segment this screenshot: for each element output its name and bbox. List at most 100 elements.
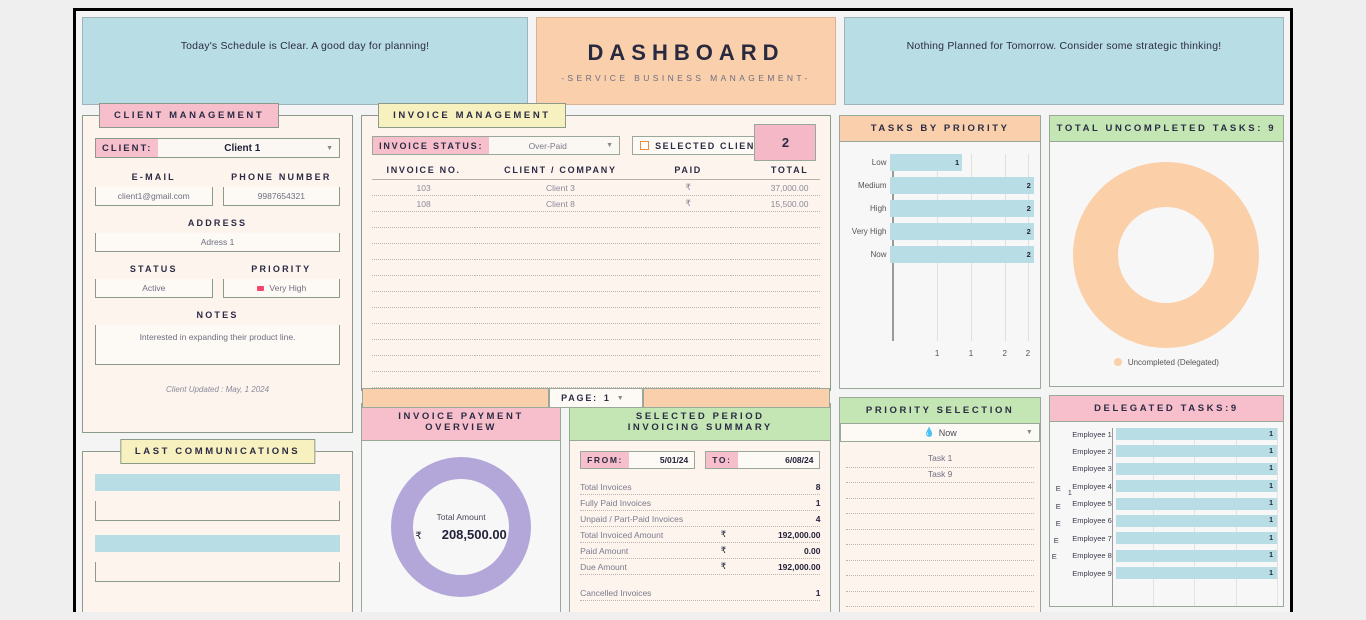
- table-row[interactable]: 103 Client 3 ₹37,000.00: [372, 179, 821, 196]
- bar-category-label: Employee 6: [1072, 516, 1112, 526]
- invoice-management-panel: INVOICE MANAGEMENT INVOICE STATUS: Over-…: [361, 103, 832, 408]
- task-list-item-empty[interactable]: [846, 499, 1034, 514]
- bar: 1: [1115, 428, 1277, 440]
- to-date-field[interactable]: TO: 6/08/24: [705, 451, 821, 469]
- page-select[interactable]: PAGE: 1 ▼: [549, 388, 644, 408]
- selected-client-checkbox[interactable]: SELECTED CLIENT: [632, 136, 771, 155]
- table-row-empty[interactable]: [372, 307, 821, 324]
- phone-field[interactable]: 9987654321: [222, 187, 341, 206]
- notes-label: NOTES: [196, 310, 239, 320]
- table-row-empty[interactable]: [372, 275, 821, 292]
- x-axis-labels: 1 1 2 2: [892, 349, 1030, 363]
- bar-category-label: Very High: [851, 227, 887, 236]
- legend-color-swatch: [1113, 358, 1122, 366]
- bar-row: Employee 21: [1056, 445, 1277, 458]
- bar-row: Medium 2: [846, 177, 1034, 194]
- task-list-item-empty[interactable]: [846, 561, 1034, 576]
- today-schedule-note: Today's Schedule is Clear. A good day fo…: [82, 17, 528, 105]
- bar-category-label: Employee 8: [1072, 551, 1112, 561]
- status-field[interactable]: Active: [95, 279, 213, 298]
- table-row-empty[interactable]: [372, 243, 821, 260]
- task-list-item-empty[interactable]: [846, 545, 1034, 561]
- cell-paid-currency: ₹: [645, 195, 731, 212]
- address-field[interactable]: Adress 1: [95, 233, 341, 252]
- from-date-field[interactable]: FROM: 5/01/24: [580, 451, 696, 469]
- table-row[interactable]: 108 Client 8 ₹15,500.00: [372, 195, 821, 212]
- bar-row: Very High 2: [846, 223, 1034, 240]
- client-select-value: Client 1: [224, 142, 261, 154]
- bar: 2: [890, 177, 1034, 194]
- client-management-panel: CLIENT MANAGEMENT CLIENT: Client 1 ▼ E-M…: [82, 103, 354, 433]
- task-list-item-empty[interactable]: [846, 530, 1034, 545]
- bar-category-label: Employee 3: [1072, 464, 1112, 474]
- priority-selection-title: PRIORITY SELECTION: [839, 397, 1041, 424]
- last-communications-tab: LAST COMMUNICATIONS: [119, 439, 316, 464]
- to-label: TO:: [706, 452, 738, 468]
- tomorrow-plan-note: Nothing Planned for Tomorrow. Consider s…: [844, 17, 1284, 105]
- bar-category-label: Employee 5: [1072, 499, 1112, 509]
- bar: 1: [1115, 567, 1277, 580]
- cell-client: Client 8: [475, 195, 646, 212]
- communication-field-1[interactable]: [95, 501, 341, 521]
- overlapping-label-artifact: E: [1051, 552, 1057, 561]
- task-list-item-empty[interactable]: [846, 576, 1034, 592]
- bar: 2: [890, 200, 1034, 217]
- invoice-status-select[interactable]: INVOICE STATUS: Over-Paid ▼: [372, 136, 621, 155]
- bar: 1: [890, 154, 963, 171]
- invoice-payment-overview-title: INVOICE PAYMENT OVERVIEW: [361, 403, 562, 441]
- legend-label: Uncompleted (Delegated): [1127, 357, 1219, 367]
- table-row-empty[interactable]: [372, 371, 821, 388]
- bar-category-label: Employee 7: [1072, 533, 1112, 543]
- priority-selection-value: Now: [938, 427, 957, 438]
- priority-label: PRIORITY: [251, 264, 312, 274]
- email-label: E-MAIL: [131, 172, 176, 182]
- task-list-item-empty[interactable]: [846, 592, 1034, 607]
- task-list-item[interactable]: Task 9: [846, 468, 1034, 483]
- priority-field-group: PRIORITY Very High: [222, 264, 341, 298]
- selected-period-panel: SELECTED PERIOD INVOICING SUMMARY FROM: …: [569, 403, 832, 612]
- donut-center: Total Amount ₹ 208,500.00: [413, 478, 510, 575]
- table-row-empty[interactable]: [372, 339, 821, 356]
- currency-symbol: ₹: [415, 530, 422, 542]
- table-row-empty[interactable]: [372, 355, 821, 372]
- client-select-label: CLIENT:: [96, 139, 159, 157]
- bar: 1: [1115, 497, 1277, 510]
- priority-selection-select[interactable]: 💧 Now ▼: [840, 424, 1040, 442]
- gridline: [1277, 428, 1278, 606]
- table-row-empty[interactable]: [372, 227, 821, 244]
- summary-value: 192,000.00: [777, 561, 821, 572]
- communication-field-2[interactable]: [95, 562, 341, 582]
- email-field-group: E-MAIL client1@gmail.com: [95, 172, 213, 206]
- chevron-down-icon: ▼: [616, 394, 626, 402]
- chevron-down-icon: ▼: [326, 144, 334, 152]
- summary-label: Unpaid / Part-Paid Invoices: [580, 513, 684, 524]
- email-field[interactable]: client1@gmail.com: [95, 187, 213, 206]
- bar-category-label: Employee 1: [1072, 429, 1112, 439]
- donut-center: [1118, 206, 1215, 303]
- table-row-empty[interactable]: [372, 259, 821, 276]
- bar-row: Employee 61: [1056, 514, 1277, 527]
- summary-row-cancelled: Cancelled Invoices 1: [580, 585, 821, 601]
- tomorrow-plan-text: Nothing Planned for Tomorrow. Consider s…: [906, 40, 1222, 52]
- task-list-item-empty[interactable]: [846, 483, 1034, 499]
- invoice-count-badge: 2: [754, 124, 817, 161]
- total-uncompleted-title: TOTAL UNCOMPLETED TASKS: 9: [1048, 115, 1284, 142]
- task-list-item-empty[interactable]: [846, 514, 1034, 530]
- total-uncompleted-panel: TOTAL UNCOMPLETED TASKS: 9 Uncompleted (…: [1048, 115, 1284, 387]
- notes-field[interactable]: Interested in expanding their product li…: [95, 325, 341, 365]
- summary-row: Paid Amount ₹0.00: [580, 543, 821, 559]
- bar-row: Employee 81: [1056, 549, 1277, 562]
- dashboard-page: Today's Schedule is Clear. A good day fo…: [73, 8, 1293, 612]
- delegated-tasks-title: DELEGATED TASKS:9: [1048, 395, 1284, 422]
- priority-field[interactable]: Very High: [222, 279, 341, 298]
- table-row-empty[interactable]: [372, 291, 821, 308]
- page-subtitle: -SERVICE BUSINESS MANAGEMENT-: [561, 72, 811, 83]
- summary-value: 192,000.00: [777, 529, 821, 540]
- donut-ring: [1073, 161, 1260, 348]
- task-list-item-empty[interactable]: [846, 607, 1033, 612]
- table-row-empty[interactable]: [372, 323, 821, 340]
- table-row-empty[interactable]: [372, 211, 821, 228]
- task-list-item[interactable]: Task 1: [846, 452, 1034, 468]
- bar-category-label: Now: [870, 250, 887, 259]
- client-select[interactable]: CLIENT: Client 1 ▼: [95, 138, 341, 158]
